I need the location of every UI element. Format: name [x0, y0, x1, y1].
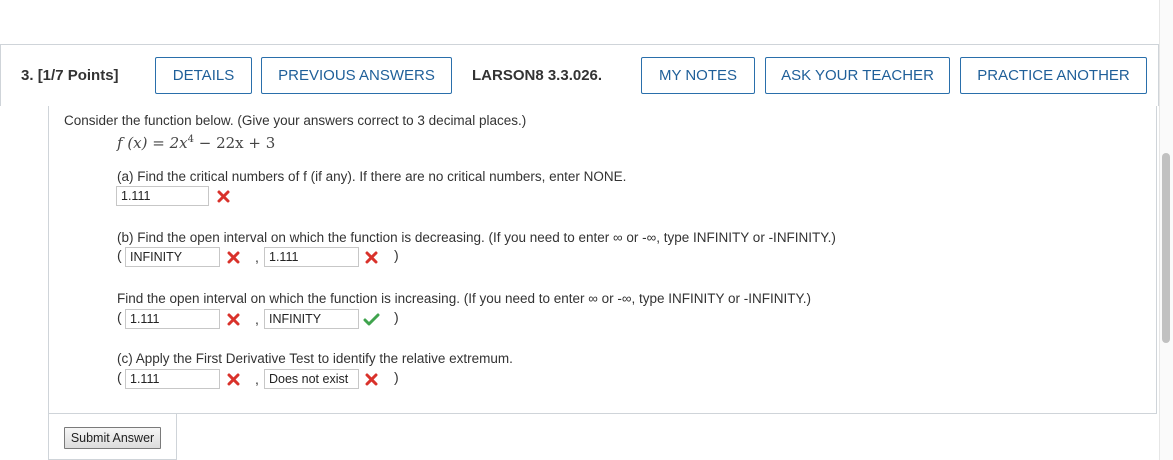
x-mark-icon	[226, 250, 241, 265]
open-paren: (	[117, 309, 122, 325]
part-b-prompt: (b) Find the open interval on which the …	[117, 230, 836, 245]
question-reference: LARSON8 3.3.026.	[472, 67, 603, 84]
part-c-prompt: (c) Apply the First Derivative Test to i…	[117, 351, 513, 366]
x-mark-icon	[226, 372, 241, 387]
function-formula: f (x) = 2x4 − 22x + 3	[117, 134, 276, 152]
x-mark-icon	[364, 250, 379, 265]
practice-another-button[interactable]: PRACTICE ANOTHER	[960, 57, 1147, 94]
increasing-prompt: Find the open interval on which the func…	[117, 291, 812, 306]
comma: ,	[255, 371, 259, 387]
increasing-left-input[interactable]	[125, 309, 220, 329]
increasing-right-input[interactable]	[264, 309, 359, 329]
open-paren: (	[117, 247, 122, 263]
x-mark-icon	[226, 312, 241, 327]
ask-your-teacher-button[interactable]: ASK YOUR TEACHER	[765, 57, 950, 94]
comma: ,	[255, 311, 259, 327]
question-number: 3. [1/7 Points]	[21, 67, 119, 84]
part-c-right-input[interactable]	[264, 369, 359, 389]
open-paren: (	[117, 369, 122, 385]
x-mark-icon	[364, 372, 379, 387]
points-label: [1/7 Points]	[37, 67, 119, 84]
x-mark-icon	[216, 189, 231, 204]
check-mark-icon	[363, 312, 380, 327]
my-notes-button[interactable]: MY NOTES	[641, 57, 755, 94]
part-c-left-input[interactable]	[125, 369, 220, 389]
part-a-prompt: (a) Find the critical numbers of f (if a…	[117, 169, 627, 184]
part-b-right-input[interactable]	[264, 247, 359, 267]
details-button[interactable]: DETAILS	[155, 57, 252, 94]
part-b-left-input[interactable]	[125, 247, 220, 267]
scrollbar-thumb[interactable]	[1162, 153, 1170, 343]
previous-answers-button[interactable]: PREVIOUS ANSWERS	[261, 57, 452, 94]
question-header: 3. [1/7 Points] DETAILS PREVIOUS ANSWERS…	[0, 44, 1159, 106]
close-paren: )	[394, 247, 399, 263]
question-intro: Consider the function below. (Give your …	[64, 113, 527, 128]
close-paren: )	[394, 309, 399, 325]
comma: ,	[255, 249, 259, 265]
submit-answer-button[interactable]: Submit Answer	[64, 427, 161, 449]
part-a-answer-input[interactable]	[116, 186, 209, 206]
close-paren: )	[394, 369, 399, 385]
